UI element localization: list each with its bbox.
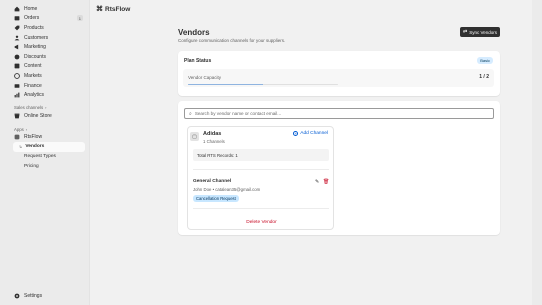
content-icon bbox=[14, 63, 20, 69]
sidebar-item-content[interactable]: Content bbox=[0, 62, 89, 72]
sidebar-item-label: Home bbox=[24, 5, 38, 12]
search-input[interactable] bbox=[194, 111, 485, 116]
vendor-card: ▢ Adidas 1 Channels + Add Channel Total … bbox=[187, 126, 334, 230]
app-logo-icon: ⌘ bbox=[96, 6, 103, 13]
sidebar-item-analytics[interactable]: Analytics bbox=[0, 90, 89, 100]
divider bbox=[193, 169, 329, 170]
vendor-capacity-box: Vendor Capacity 1 / 2 bbox=[183, 69, 494, 87]
vendor-capacity-progress bbox=[188, 83, 338, 85]
rtsflow-app-icon bbox=[14, 134, 20, 140]
apps-heading[interactable]: Apps › bbox=[0, 127, 89, 132]
sidebar-item-customers[interactable]: Customers bbox=[0, 33, 89, 43]
page-title: Vendors bbox=[178, 28, 210, 37]
sidebar-item-label: Online Store bbox=[24, 112, 52, 119]
sidebar-item-products[interactable]: Products bbox=[0, 23, 89, 33]
sidebar-item-label: Settings bbox=[24, 292, 43, 299]
channel-request-badge: Cancellation Request bbox=[193, 195, 239, 202]
sync-icon: ⇄ bbox=[463, 29, 468, 35]
plan-badge: Basic bbox=[477, 57, 493, 64]
app-brand: ⌘ RtsFlow bbox=[96, 5, 131, 14]
chevron-right-icon: › bbox=[45, 104, 47, 110]
channel-contact: John Doe • catalean35@gmail.com bbox=[193, 187, 261, 192]
orders-count-badge: 1 bbox=[76, 15, 83, 22]
vendor-list-card: ⌕ ▢ Adidas 1 Channels + Add Channel Tota… bbox=[178, 101, 500, 235]
edit-icon[interactable]: ✎ bbox=[315, 179, 319, 185]
sync-vendors-button[interactable]: ⇄ Sync Vendors bbox=[460, 27, 500, 37]
sidebar-item-label: Finance bbox=[24, 82, 42, 89]
vendor-capacity-label: Vendor Capacity bbox=[188, 75, 222, 80]
sidebar-item-label: Orders bbox=[24, 15, 40, 22]
sales-channels-heading[interactable]: Sales channels › bbox=[0, 105, 89, 110]
vendor-capacity-progress-fill bbox=[188, 83, 263, 85]
analytics-icon bbox=[14, 92, 20, 98]
add-channel-button[interactable]: + Add Channel bbox=[293, 131, 328, 136]
sidebar-item-finance[interactable]: Finance bbox=[0, 81, 89, 91]
sidebar-item-markets[interactable]: Markets bbox=[0, 71, 89, 81]
divider bbox=[193, 208, 329, 209]
sidebar-item-label: Analytics bbox=[24, 92, 45, 99]
discounts-icon bbox=[14, 54, 20, 60]
vendor-name: Adidas bbox=[203, 131, 222, 137]
vendor-records: Total RTS Records: 1 bbox=[193, 149, 329, 161]
customers-icon bbox=[14, 35, 20, 41]
sidebar-item-settings[interactable]: Settings bbox=[0, 291, 42, 301]
app-frame: ⌘ RtsFlow Vendors Configure communicatio… bbox=[89, 0, 532, 305]
plus-circle-icon: + bbox=[293, 131, 299, 136]
vendor-channel-count: 1 Channels bbox=[203, 139, 225, 144]
sidebar-item-label: RtsFlow bbox=[24, 134, 43, 141]
channel-title: General Channel bbox=[193, 179, 232, 184]
vendor-search[interactable]: ⌕ bbox=[184, 108, 494, 119]
vendor-capacity-value: 1 / 2 bbox=[479, 74, 489, 80]
vendor-avatar-icon: ▢ bbox=[190, 132, 199, 141]
sidebar-item-label: Markets bbox=[24, 72, 42, 79]
plan-status-title: Plan Status bbox=[184, 58, 212, 64]
orders-icon bbox=[14, 15, 20, 21]
finance-icon bbox=[14, 83, 20, 89]
page-subtitle: Configure communication channels for you… bbox=[178, 38, 286, 43]
sidebar-item-label: Customers bbox=[24, 34, 49, 41]
trash-icon[interactable]: 🗑 bbox=[323, 179, 329, 185]
sidebar-item-request-types[interactable]: Request Types bbox=[0, 152, 89, 162]
window-edge bbox=[532, 0, 542, 305]
products-icon bbox=[14, 25, 20, 31]
chevron-right-icon: › bbox=[25, 126, 28, 132]
sidebar-item-discounts[interactable]: Discounts bbox=[0, 52, 89, 62]
sidebar-item-label: Discounts bbox=[24, 53, 46, 60]
marketing-icon bbox=[14, 44, 20, 50]
store-icon bbox=[14, 113, 20, 119]
sidebar: Home Orders 1 Products Customers Marketi… bbox=[0, 0, 89, 305]
search-icon: ⌕ bbox=[189, 110, 192, 117]
return-arrow-icon: ↳ bbox=[19, 144, 23, 150]
markets-icon bbox=[14, 73, 20, 79]
sidebar-item-online-store[interactable]: Online Store bbox=[0, 111, 89, 121]
plan-status-card: Plan Status Basic Vendor Capacity 1 / 2 bbox=[178, 51, 500, 96]
sidebar-item-label: Content bbox=[24, 63, 42, 70]
home-icon bbox=[14, 6, 20, 12]
delete-vendor-button[interactable]: Delete Vendor bbox=[188, 220, 335, 225]
sidebar-item-label: Products bbox=[24, 24, 44, 31]
gear-icon bbox=[14, 293, 20, 299]
sidebar-item-orders[interactable]: Orders 1 bbox=[0, 14, 89, 24]
sidebar-item-marketing[interactable]: Marketing bbox=[0, 42, 89, 52]
sidebar-item-rtsflow[interactable]: RtsFlow bbox=[0, 133, 89, 143]
sidebar-item-vendors[interactable]: ↳ Vendors bbox=[13, 142, 85, 152]
sidebar-item-home[interactable]: Home bbox=[0, 4, 89, 14]
sidebar-item-pricing[interactable]: Pricing bbox=[0, 161, 89, 171]
sidebar-item-label: Marketing bbox=[24, 44, 46, 51]
